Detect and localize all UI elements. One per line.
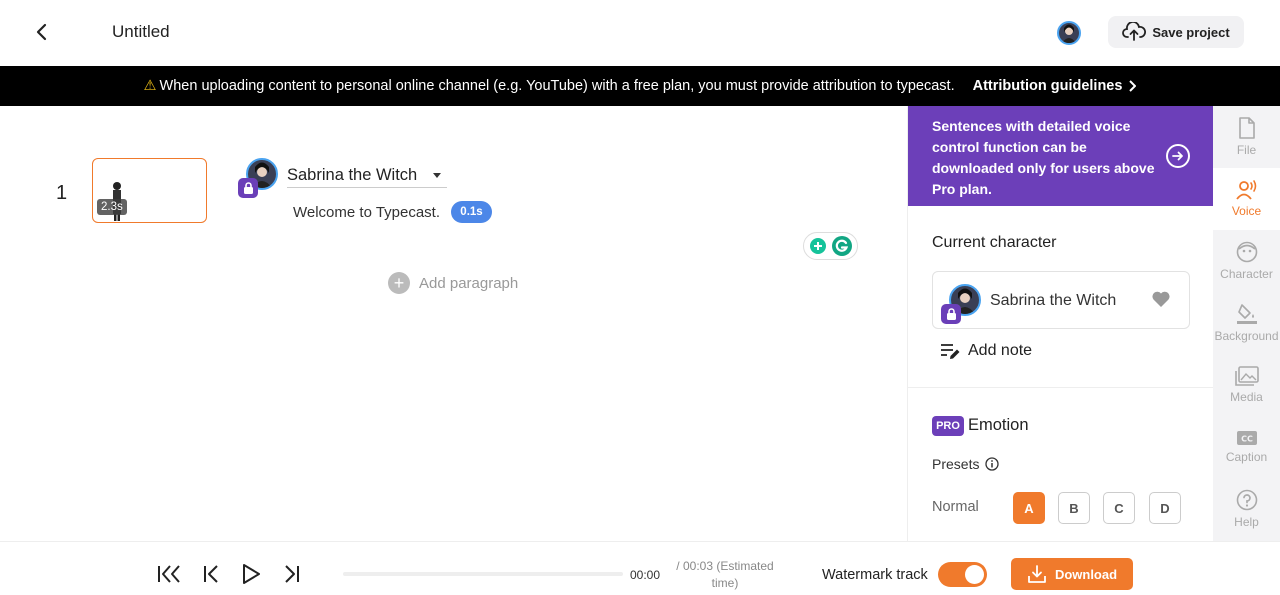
caret-down-icon [433,173,441,178]
project-title[interactable]: Untitled [112,22,170,42]
nav-background[interactable]: Background [1213,292,1280,354]
warning-icon: ⚠ [143,78,157,94]
next-button[interactable] [279,561,305,587]
add-note-button[interactable]: Add note [940,342,1032,360]
note-edit-icon [941,344,960,359]
nav-character[interactable]: Character [1213,230,1280,292]
save-project-button[interactable]: Save project [1108,16,1244,48]
voice-panel: Sentences with detailed voice control fu… [907,106,1213,541]
grammarly-icon [831,236,852,256]
nav-help[interactable]: Help [1213,478,1280,540]
nav-voice-label: Voice [1231,204,1262,218]
sentence-text[interactable]: Welcome to Typecast. [293,204,440,221]
caption-icon: CC [1236,431,1257,445]
lock-icon [941,304,961,324]
attribution-guidelines-label: Attribution guidelines [972,78,1123,94]
side-nav: File Voice Character Background Media CC… [1213,106,1280,541]
character-select[interactable]: Sabrina the Witch [287,164,447,188]
download-button[interactable]: Download [1011,558,1133,590]
next-icon [285,565,299,583]
nav-voice[interactable]: Voice [1213,168,1280,230]
background-icon [1236,304,1257,324]
pro-plan-promo[interactable]: Sentences with detailed voice control fu… [908,106,1213,206]
paragraph-number: 1 [56,182,68,204]
download-icon [1028,565,1046,583]
user-avatar[interactable] [1057,21,1081,45]
svg-text:CC: CC [1241,435,1253,444]
lightbulb-icon [809,238,826,254]
character-icon [1236,241,1257,263]
nav-background-label: Background [1214,329,1279,343]
file-icon [1238,117,1255,139]
panel-divider [908,387,1213,388]
current-character-card[interactable]: Sabrina the Witch [932,271,1190,329]
current-time: 00:00 [630,568,661,582]
chevron-right-icon [1129,80,1137,92]
heart-icon[interactable] [1151,290,1171,308]
cloud-upload-icon [1122,22,1147,41]
banner-message-wrap: ⚠ When uploading content to personal onli… [144,78,955,94]
attribution-guidelines-link[interactable]: Attribution guidelines [973,78,1137,94]
nav-media-label: Media [1230,390,1263,404]
nav-file-label: File [1236,143,1257,157]
player-bar: 00:00 / 00:03 (Estimated time) Watermark… [0,541,1280,595]
toggle-knob [965,565,984,584]
help-icon [1236,489,1257,511]
nav-help-label: Help [1234,515,1259,529]
promo-text: Sentences with detailed voice control fu… [932,118,1155,197]
add-paragraph-button[interactable]: + Add paragraph [388,272,518,294]
app-header: Untitled Save project [0,0,1280,66]
watermark-label: Watermark track [822,567,928,583]
emotion-title: Emotion [968,416,1029,434]
back-button[interactable] [28,18,56,46]
nav-caption[interactable]: CC Caption [1213,416,1280,478]
nav-caption-label: Caption [1225,450,1268,464]
playback-progress[interactable] [343,572,623,576]
play-button[interactable] [238,561,264,587]
skip-to-start-icon [158,565,180,583]
total-time: / 00:03 (Estimated time) [676,559,774,590]
normal-label: Normal [932,499,979,515]
media-icon [1234,366,1259,386]
nav-file[interactable]: File [1213,106,1280,168]
previous-button[interactable] [198,561,224,587]
preset-c-button[interactable]: C [1103,492,1135,524]
scene-thumbnail[interactable]: 2.3s [92,158,207,223]
attribution-banner: ⚠ When uploading content to personal onli… [0,66,1280,106]
current-character-title: Current character [932,234,1057,251]
script-editor: 1 2.3s Sabrina the Witch Welcome to Type… [0,106,907,541]
add-note-label: Add note [968,342,1033,359]
presets-label-row: Presets [932,456,1000,472]
download-label: Download [1054,566,1118,582]
grammarly-widget[interactable] [803,232,858,260]
nav-character-label: Character [1220,267,1273,281]
watermark-toggle[interactable] [938,562,987,587]
save-project-label: Save project [1152,24,1230,40]
character-select-value: Sabrina the Witch [287,166,418,184]
pro-badge: PRO [932,416,964,436]
chevron-left-icon [36,23,47,41]
lock-icon [238,178,258,198]
arrow-right-circle-icon [1166,144,1190,168]
presets-label: Presets [932,456,980,472]
voice-icon [1235,180,1256,200]
nav-media[interactable]: Media [1213,354,1280,416]
preset-d-button[interactable]: D [1149,492,1181,524]
thumbnail-duration: 2.3s [97,199,127,215]
preset-b-button[interactable]: B [1058,492,1090,524]
preset-a-button[interactable]: A [1013,492,1045,524]
skip-to-start-button[interactable] [157,561,183,587]
add-paragraph-label: Add paragraph [419,274,519,292]
pause-chip[interactable]: 0.1s [451,201,492,223]
banner-message: When uploading content to personal onlin… [159,78,955,94]
plus-icon: + [388,272,410,294]
previous-icon [204,565,218,583]
info-icon[interactable] [985,457,1000,471]
current-character-name: Sabrina the Witch [990,292,1117,309]
play-icon [243,564,260,584]
